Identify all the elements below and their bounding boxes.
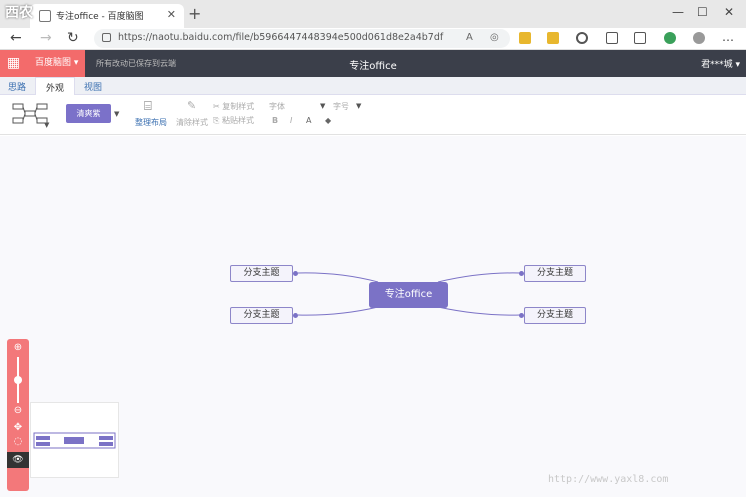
root-node[interactable]: 专注office [369, 282, 448, 308]
branch-node[interactable]: 分支主题 [230, 307, 293, 324]
zoom-panel: ⊕ ⊖ ✥ ◌ 👁 [7, 339, 29, 491]
expander-dot[interactable] [293, 271, 298, 276]
zoom-slider-handle[interactable] [14, 376, 22, 384]
zoom-in-icon[interactable]: ⊕ [7, 342, 29, 353]
eye-icon[interactable]: 👁 [7, 452, 29, 468]
minimap[interactable] [30, 402, 119, 478]
minimap-preview [33, 432, 116, 449]
expander-dot[interactable] [519, 313, 524, 318]
expander-dot[interactable] [293, 313, 298, 318]
watermark-bottom: http://www.yaxl8.com [548, 474, 669, 485]
zoom-out-icon[interactable]: ⊖ [7, 405, 29, 416]
branch-node[interactable]: 分支主题 [524, 307, 586, 324]
locate-icon[interactable]: ◌ [7, 436, 29, 447]
branch-node[interactable]: 分支主题 [230, 265, 293, 282]
move-icon[interactable]: ✥ [7, 422, 29, 433]
expander-dot[interactable] [519, 271, 524, 276]
branch-node[interactable]: 分支主题 [524, 265, 586, 282]
